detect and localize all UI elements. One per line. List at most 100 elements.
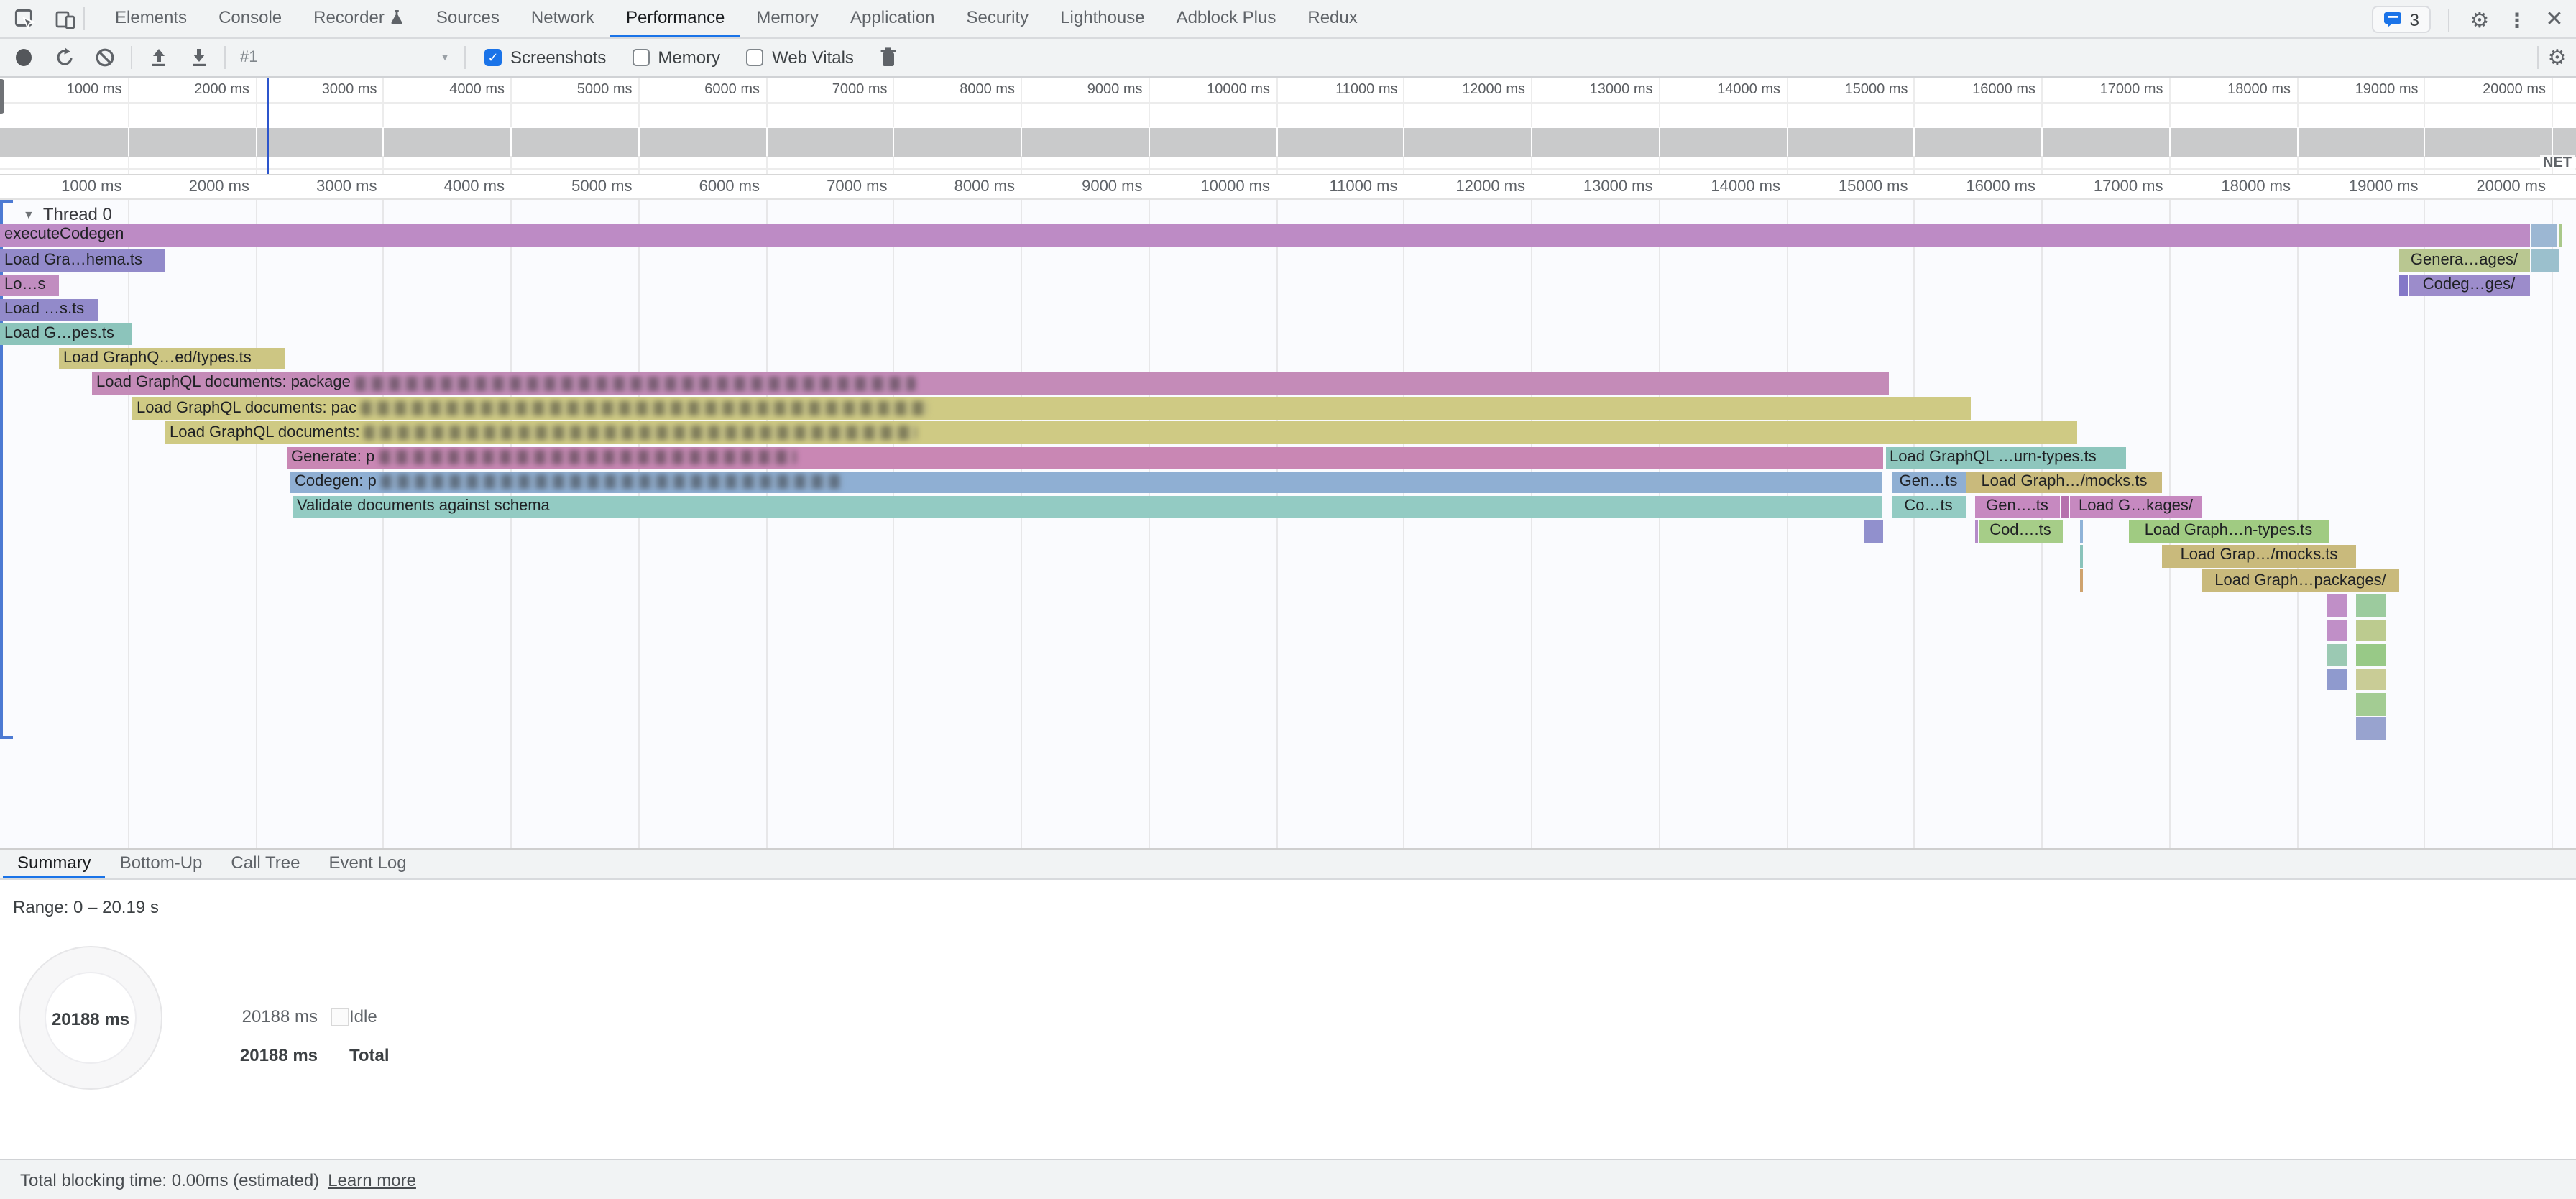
flame-bar[interactable]	[2356, 594, 2386, 617]
flame-bar[interactable]	[2356, 644, 2386, 666]
flame-bar-label: Load GraphQL documents: package	[92, 373, 351, 395]
checkbox-web-vitals[interactable]: Web Vitals	[746, 47, 854, 68]
redacted-text	[364, 426, 918, 440]
tab-console[interactable]: Console	[203, 0, 298, 37]
flame-bar[interactable]: Validate documents against schema	[293, 496, 1882, 518]
kebab-menu-icon[interactable]: ⋮	[2504, 6, 2530, 32]
flame-bar[interactable]	[2327, 644, 2347, 666]
flame-bar[interactable]: Load Graph…/mocks.ts	[1966, 471, 2162, 493]
tab-application[interactable]: Application	[834, 0, 950, 37]
flame-bar[interactable]	[2079, 545, 2083, 567]
flame-bar[interactable]	[2531, 249, 2559, 272]
flame-bar[interactable]	[1864, 520, 1883, 543]
flame-bar[interactable]: executeCodegen	[0, 224, 2529, 247]
checkbox-unchecked-icon[interactable]	[746, 49, 763, 66]
flamechart-ruler[interactable]: 1000 ms2000 ms3000 ms4000 ms5000 ms6000 …	[0, 175, 2576, 200]
flame-bar[interactable]	[2399, 274, 2408, 296]
checkbox-memory[interactable]: Memory	[632, 47, 720, 68]
flame-bar[interactable]: Load GraphQ…ed/types.ts	[59, 348, 284, 370]
overview-gridline	[383, 78, 385, 174]
flame-bar[interactable]	[2327, 619, 2347, 641]
flame-bar[interactable]	[1974, 520, 1978, 543]
learn-more-link[interactable]: Learn more	[328, 1170, 416, 1190]
tab-network[interactable]: Network	[515, 0, 610, 37]
flame-bar[interactable]: Load Graph…packages/	[2202, 570, 2398, 592]
ruler-tick-label: 18000 ms	[2221, 178, 2296, 196]
flame-bar[interactable]: Generate: p	[287, 446, 1882, 469]
flame-bar[interactable]: Load GraphQL documents:	[165, 422, 2077, 444]
flame-bar[interactable]	[2356, 717, 2386, 740]
flame-bar[interactable]	[2327, 594, 2347, 617]
flame-bar[interactable]: Co…ts	[1891, 496, 1966, 518]
timeline-overview[interactable]: FPS CPU NET 1000 ms2000 ms3000 ms4000 ms…	[0, 78, 2576, 175]
tab-recorder[interactable]: Recorder	[298, 0, 420, 37]
flame-bar[interactable]	[2558, 224, 2562, 247]
capture-settings-gear-icon[interactable]: ⚙	[2544, 45, 2570, 70]
overview-playhead[interactable]	[267, 78, 269, 174]
flame-bar[interactable]	[2061, 496, 2069, 518]
thread-header[interactable]: ▼ Thread 0	[23, 204, 112, 224]
overview-tick-label: 7000 ms	[832, 82, 893, 98]
checkbox-unchecked-icon[interactable]	[632, 49, 649, 66]
flame-bar[interactable]: Lo…s	[0, 274, 59, 296]
load-profile-icon[interactable]	[145, 45, 171, 70]
record-button[interactable]	[16, 49, 32, 66]
checkbox-checked-icon[interactable]: ✓	[484, 49, 502, 66]
tab-memory[interactable]: Memory	[740, 0, 834, 37]
device-toolbar-icon[interactable]	[52, 6, 78, 32]
checkbox-screenshots[interactable]: ✓Screenshots	[484, 47, 606, 68]
save-profile-icon[interactable]	[185, 45, 211, 70]
tab-elements[interactable]: Elements	[99, 0, 203, 37]
tab-lighthouse[interactable]: Lighthouse	[1044, 0, 1160, 37]
flame-bar[interactable]: Codegen: p	[290, 471, 1882, 493]
tab-performance[interactable]: Performance	[610, 0, 740, 37]
flame-bar[interactable]	[2356, 619, 2386, 641]
redacted-text	[379, 451, 796, 465]
ruler-tick-label: 6000 ms	[699, 178, 765, 196]
flame-bar[interactable]: Load G…kages/	[2069, 496, 2202, 518]
flame-bar[interactable]: Load …s.ts	[0, 298, 97, 321]
ruler-tick-label: 8000 ms	[954, 178, 1021, 196]
flame-bar[interactable]	[2079, 520, 2083, 543]
overview-gridline	[2424, 78, 2426, 174]
performance-toolbar: #1 ▼ ✓Screenshots Memory Web Vitals ⚙	[0, 39, 2576, 78]
flame-bar[interactable]: Load GraphQL documents: package	[92, 372, 1889, 395]
flame-bar[interactable]: Load GraphQL …urn-types.ts	[1885, 446, 2126, 469]
settings-gear-icon[interactable]: ⚙	[2467, 6, 2493, 32]
flame-bar[interactable]: Gen…ts	[1891, 471, 1966, 493]
tab-sources[interactable]: Sources	[420, 0, 515, 37]
flame-bar[interactable]	[2356, 693, 2386, 715]
tab-security[interactable]: Security	[950, 0, 1044, 37]
issues-badge-button[interactable]: 3	[2373, 6, 2431, 33]
overview-left-handle[interactable]	[0, 79, 4, 114]
flame-bar[interactable]: Load Gra…hema.ts	[0, 249, 165, 272]
flame-bar[interactable]: Gen….ts	[1974, 496, 2060, 518]
flame-bar[interactable]: Genera…ages/	[2399, 249, 2529, 272]
flame-bar[interactable]: Codeg…ges/	[2409, 274, 2529, 296]
tab-call-tree[interactable]: Call Tree	[216, 850, 314, 878]
close-devtools-icon[interactable]: ✕	[2542, 6, 2567, 32]
tab-redux[interactable]: Redux	[1292, 0, 1373, 37]
tab-adblock-plus[interactable]: Adblock Plus	[1161, 0, 1292, 37]
flame-bar[interactable]: Load Graph…n-types.ts	[2128, 520, 2329, 543]
tab-summary[interactable]: Summary	[3, 850, 106, 878]
flame-bar[interactable]	[2356, 669, 2386, 691]
inspect-element-icon[interactable]	[12, 6, 37, 32]
flame-bar[interactable]: Load G…pes.ts	[0, 323, 132, 346]
flame-bar[interactable]: Load GraphQL documents: pac	[132, 398, 1971, 420]
flame-chart[interactable]: ▼ Thread 0 executeCodegenLoad Gra…hema.t…	[0, 200, 2576, 848]
trash-icon[interactable]	[875, 45, 901, 70]
flame-bar[interactable]	[2327, 669, 2347, 691]
reload-and-record-icon[interactable]	[52, 45, 78, 70]
flame-bar[interactable]: Cod….ts	[1979, 520, 2062, 543]
overview-gridline	[1149, 78, 1150, 174]
legend-value: 20188 ms	[208, 1045, 318, 1065]
flame-bar[interactable]	[2079, 570, 2083, 592]
tab-event-log[interactable]: Event Log	[314, 850, 420, 878]
history-dropdown[interactable]: #1 ▼	[231, 43, 459, 72]
tab-bottom-up[interactable]: Bottom-Up	[106, 850, 217, 878]
redacted-text	[381, 475, 841, 490]
flame-bar[interactable]: Load Grap…/mocks.ts	[2162, 545, 2356, 567]
flame-bar[interactable]	[2531, 224, 2557, 247]
clear-recording-icon[interactable]	[92, 45, 118, 70]
